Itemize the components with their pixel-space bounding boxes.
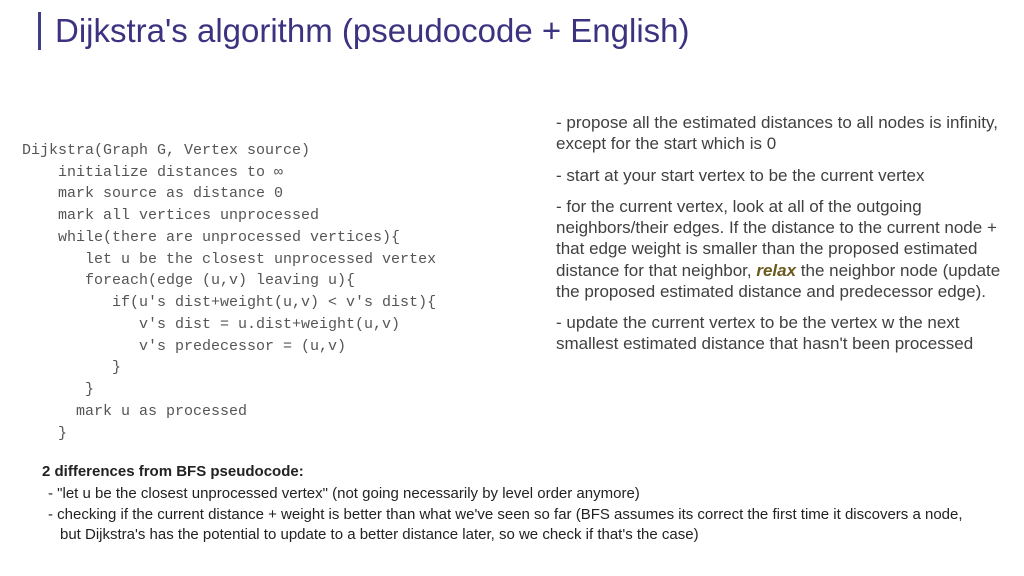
- diffs-heading: 2 differences from BFS pseudocode:: [42, 462, 982, 482]
- code-line: }: [22, 381, 94, 398]
- code-line: }: [22, 359, 121, 376]
- code-line: v's dist = u.dist+weight(u,v): [22, 316, 400, 333]
- diffs-item: - checking if the current distance + wei…: [42, 505, 982, 544]
- english-explanation: - propose all the estimated distances to…: [556, 112, 1006, 365]
- diffs-item: - "let u be the closest unprocessed vert…: [42, 484, 982, 504]
- code-line: let u be the closest unprocessed vertex: [22, 251, 436, 268]
- english-point: - propose all the estimated distances to…: [556, 112, 1006, 155]
- english-point: - for the current vertex, look at all of…: [556, 196, 1006, 302]
- code-line: while(there are unprocessed vertices){: [22, 229, 400, 246]
- slide-title: Dijkstra's algorithm (pseudocode + Engli…: [55, 12, 690, 50]
- code-line: mark all vertices unprocessed: [22, 207, 319, 224]
- code-line: if(u's dist+weight(u,v) < v's dist){: [22, 294, 436, 311]
- code-line: v's predecessor = (u,v): [22, 338, 346, 355]
- bfs-differences: 2 differences from BFS pseudocode: - "le…: [42, 462, 982, 546]
- code-line: mark u as processed: [22, 403, 247, 420]
- relax-emphasis: relax: [756, 261, 796, 280]
- english-point: - update the current vertex to be the ve…: [556, 312, 1006, 355]
- english-point: - start at your start vertex to be the c…: [556, 165, 1006, 186]
- code-line: Dijkstra(Graph G, Vertex source): [22, 142, 310, 159]
- code-line: mark source as distance 0: [22, 185, 283, 202]
- code-line: foreach(edge (u,v) leaving u){: [22, 272, 355, 289]
- code-line: initialize distances to ∞: [22, 164, 283, 181]
- pseudocode-block: Dijkstra(Graph G, Vertex source) initial…: [22, 118, 436, 444]
- code-line: }: [22, 425, 67, 442]
- title-bar: Dijkstra's algorithm (pseudocode + Engli…: [38, 12, 690, 50]
